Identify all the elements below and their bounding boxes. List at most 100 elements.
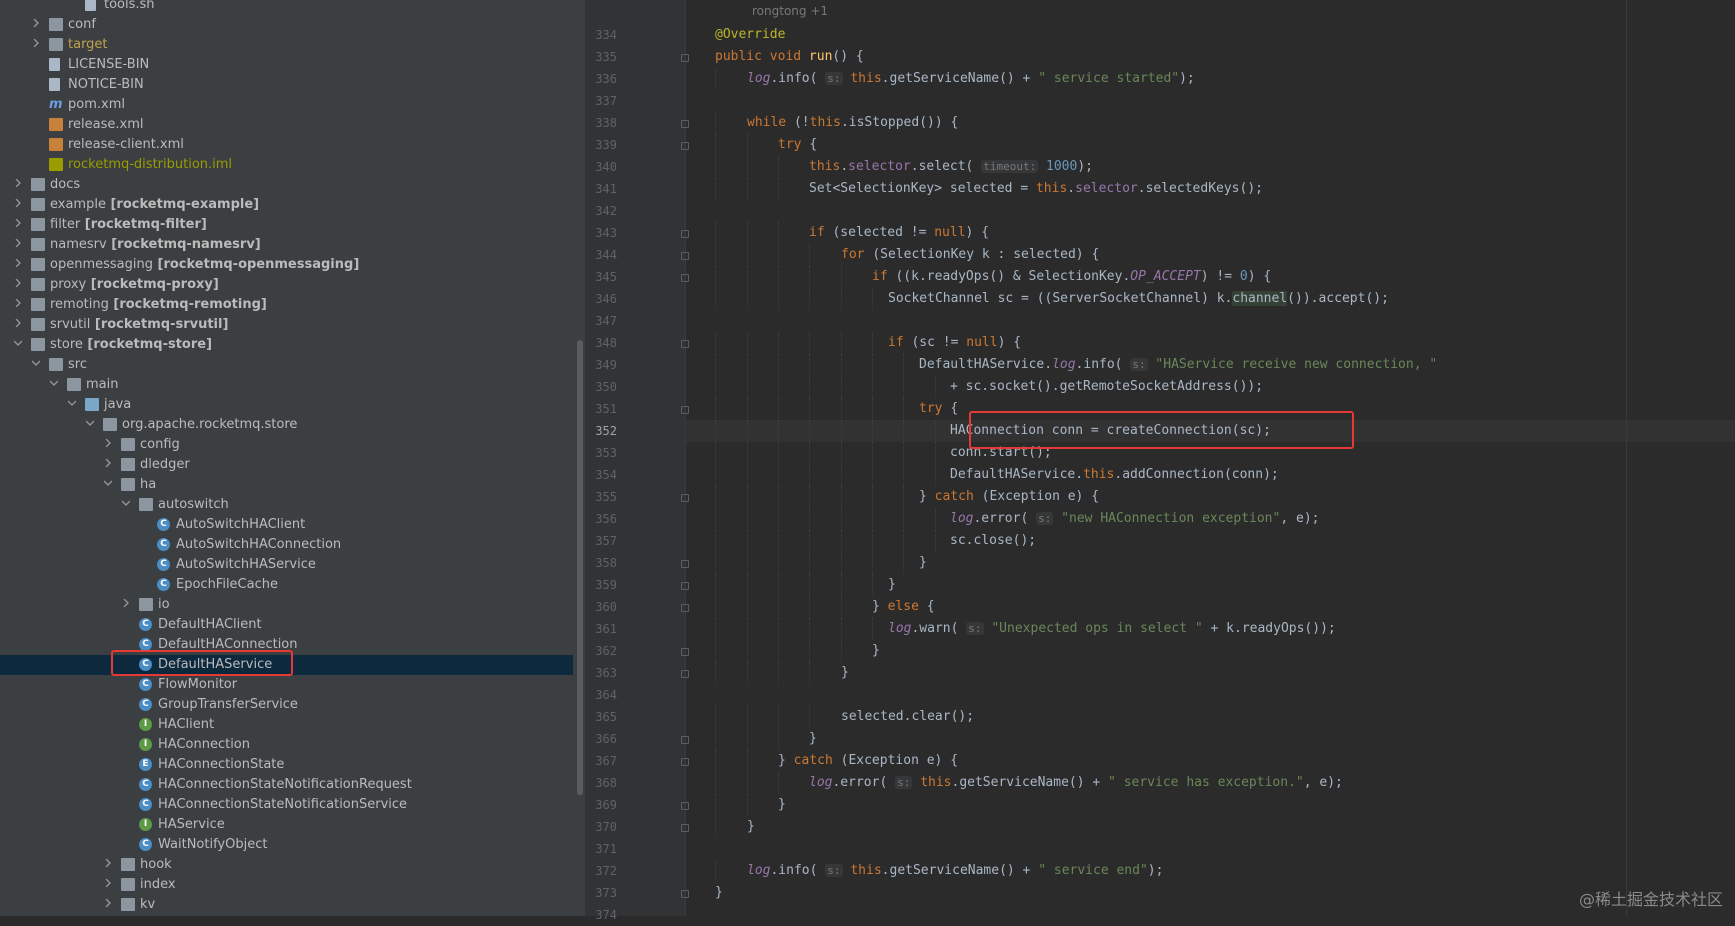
tree-item-config[interactable]: config	[0, 435, 573, 455]
tree-item-flowmonitor[interactable]: C FlowMonitor	[0, 675, 573, 695]
tree-item-defaulthaclient[interactable]: C DefaultHAClient	[0, 615, 573, 635]
chevron-down-icon[interactable]	[122, 499, 130, 507]
chevron-right-icon[interactable]	[14, 259, 22, 267]
tree-item-autoswitch[interactable]: autoswitch	[0, 495, 573, 515]
tree-item-openmessaging[interactable]: openmessaging [rocketmq-openmessaging]	[0, 255, 573, 275]
code-line[interactable]	[686, 200, 1735, 222]
code-line[interactable]: log.info( s: this.getServiceName() + " s…	[686, 68, 1735, 90]
chevron-down-icon[interactable]	[68, 399, 76, 407]
code-line[interactable]: while (!this.isStopped()) {	[686, 112, 1735, 134]
chevron-down-icon[interactable]	[50, 379, 58, 387]
tree-item-epochfilecache[interactable]: C EpochFileCache	[0, 575, 573, 595]
chevron-right-icon[interactable]	[122, 599, 130, 607]
code-line[interactable]: this.selector.select( timeout: 1000);	[686, 156, 1735, 178]
tree-item-haconnection[interactable]: I HAConnection	[0, 735, 573, 755]
chevron-right-icon[interactable]	[104, 879, 112, 887]
code-line[interactable]: public void run() {	[686, 46, 1735, 68]
tree-item-srvutil[interactable]: srvutil [rocketmq-srvutil]	[0, 315, 573, 335]
tree-item-namesrv[interactable]: namesrv [rocketmq-namesrv]	[0, 235, 573, 255]
code-line[interactable]: + sc.socket().getRemoteSocketAddress());	[686, 376, 1735, 398]
tree-item-index[interactable]: index	[0, 875, 573, 895]
code-line[interactable]: DefaultHAService.this.addConnection(conn…	[686, 464, 1735, 486]
chevron-right-icon[interactable]	[104, 459, 112, 467]
tree-item-filter[interactable]: filter [rocketmq-filter]	[0, 215, 573, 235]
code-line[interactable]: log.warn( s: "Unexpected ops in select "…	[686, 618, 1735, 640]
chevron-right-icon[interactable]	[14, 279, 22, 287]
code-line[interactable]	[686, 838, 1735, 860]
code-line[interactable]: selected.clear();	[686, 706, 1735, 728]
chevron-right-icon[interactable]	[14, 199, 22, 207]
tree-item-notice-bin[interactable]: NOTICE-BIN	[0, 75, 573, 95]
code-line[interactable]: log.error( s: "new HAConnection exceptio…	[686, 508, 1735, 530]
tree-item-pom-xml[interactable]: m pom.xml	[0, 95, 573, 115]
tree-item-release-client-xml[interactable]: release-client.xml	[0, 135, 573, 155]
code-line[interactable]: } catch (Exception e) {	[686, 486, 1735, 508]
tree-item-java[interactable]: java	[0, 395, 573, 415]
tree-item-target[interactable]: target	[0, 35, 573, 55]
code-line[interactable]: } else {	[686, 596, 1735, 618]
tree-item-org-apache-rocketmq-store[interactable]: org.apache.rocketmq.store	[0, 415, 573, 435]
code-line[interactable]: DefaultHAService.log.info( s: "HAService…	[686, 354, 1735, 376]
code-line[interactable]: }	[686, 574, 1735, 596]
chevron-right-icon[interactable]	[104, 899, 112, 907]
code-line[interactable]: Set<SelectionKey> selected = this.select…	[686, 178, 1735, 200]
code-line[interactable]: }	[686, 552, 1735, 574]
code-line[interactable]: SocketChannel sc = ((ServerSocketChannel…	[686, 288, 1735, 310]
code-line[interactable]: }	[686, 640, 1735, 662]
tree-item-autoswitchhaservice[interactable]: C AutoSwitchHAService	[0, 555, 573, 575]
code-author-hint[interactable]: rongtong +1	[752, 4, 828, 18]
tree-item-autoswitchhaclient[interactable]: C AutoSwitchHAClient	[0, 515, 573, 535]
tree-item-conf[interactable]: conf	[0, 15, 573, 35]
code-line[interactable]	[686, 684, 1735, 706]
tree-item-rocketmq-distribution-iml[interactable]: rocketmq-distribution.iml	[0, 155, 573, 175]
tree-item-license-bin[interactable]: LICENSE-BIN	[0, 55, 573, 75]
tree-item-release-xml[interactable]: release.xml	[0, 115, 573, 135]
code-line[interactable]: sc.close();	[686, 530, 1735, 552]
code-line[interactable]: }	[686, 728, 1735, 750]
chevron-right-icon[interactable]	[104, 859, 112, 867]
chevron-right-icon[interactable]	[14, 239, 22, 247]
chevron-right-icon[interactable]	[14, 319, 22, 327]
tree-item-haservice[interactable]: I HAService	[0, 815, 573, 835]
tree-item-haconnectionstatenotificationservice[interactable]: C HAConnectionStateNotificationService	[0, 795, 573, 815]
code-line[interactable]	[686, 310, 1735, 332]
tree-item-kv[interactable]: kv	[0, 895, 573, 915]
code-line[interactable]: try {	[686, 134, 1735, 156]
code-line[interactable]	[686, 90, 1735, 112]
tree-item-haconnectionstate[interactable]: E HAConnectionState	[0, 755, 573, 775]
tree-item-example[interactable]: example [rocketmq-example]	[0, 195, 573, 215]
chevron-right-icon[interactable]	[104, 439, 112, 447]
tree-item-hook[interactable]: hook	[0, 855, 573, 875]
project-tree-scrollbar[interactable]	[577, 340, 583, 795]
code-line[interactable]: log.error( s: this.getServiceName() + " …	[686, 772, 1735, 794]
chevron-right-icon[interactable]	[14, 299, 22, 307]
chevron-down-icon[interactable]	[14, 339, 22, 347]
code-line[interactable]: if (sc != null) {	[686, 332, 1735, 354]
chevron-right-icon[interactable]	[14, 219, 22, 227]
tree-item-docs[interactable]: docs	[0, 175, 573, 195]
tree-item-remoting[interactable]: remoting [rocketmq-remoting]	[0, 295, 573, 315]
code-line[interactable]	[686, 904, 1735, 926]
code-line[interactable]: @Override	[686, 24, 1735, 46]
tree-item-src[interactable]: src	[0, 355, 573, 375]
tree-item-main[interactable]: main	[0, 375, 573, 395]
code-line[interactable]: log.info( s: this.getServiceName() + " s…	[686, 860, 1735, 882]
chevron-right-icon[interactable]	[14, 179, 22, 187]
tree-item-io[interactable]: io	[0, 595, 573, 615]
tree-item-ha[interactable]: ha	[0, 475, 573, 495]
code-editor[interactable]: rongtong +1 @Override public void run() {…	[686, 0, 1735, 916]
code-line[interactable]: }	[686, 794, 1735, 816]
tree-item-waitnotifyobject[interactable]: C WaitNotifyObject	[0, 835, 573, 855]
chevron-right-icon[interactable]	[32, 39, 40, 47]
code-line[interactable]: } catch (Exception e) {	[686, 750, 1735, 772]
chevron-down-icon[interactable]	[86, 419, 94, 427]
tree-item-haclient[interactable]: I HAClient	[0, 715, 573, 735]
chevron-down-icon[interactable]	[32, 359, 40, 367]
code-line[interactable]: if ((k.readyOps() & SelectionKey.OP_ACCE…	[686, 266, 1735, 288]
tree-item-tools-sh[interactable]: tools.sh	[0, 0, 573, 15]
chevron-down-icon[interactable]	[104, 479, 112, 487]
tree-item-grouptransferservice[interactable]: C GroupTransferService	[0, 695, 573, 715]
tree-item-store[interactable]: store [rocketmq-store]	[0, 335, 573, 355]
code-line[interactable]: if (selected != null) {	[686, 222, 1735, 244]
code-line[interactable]: }	[686, 882, 1735, 904]
